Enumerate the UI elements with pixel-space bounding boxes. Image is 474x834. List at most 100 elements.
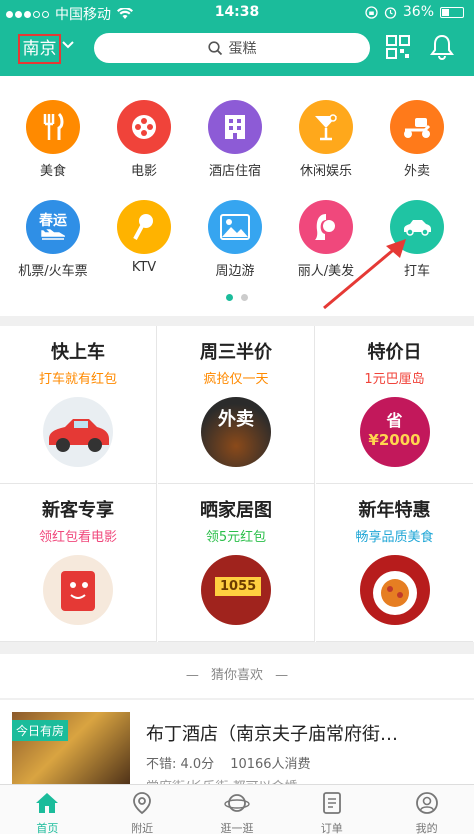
promo-subtitle: 畅享品质美食 — [355, 530, 434, 545]
film-reel-icon — [132, 115, 156, 139]
category-tickets-label: 机票/火车票 — [18, 264, 88, 279]
promo-new-year[interactable]: 新年特惠 畅享品质美食 — [316, 484, 473, 642]
page-dot — [241, 294, 248, 301]
tab-home[interactable]: 首页 — [0, 785, 95, 834]
microphone-icon — [133, 214, 153, 240]
today-available-badge: 今日有房 — [12, 720, 69, 741]
promo-image-text: 省 — [386, 411, 403, 430]
tab-label: 订单 — [320, 822, 343, 834]
tab-profile[interactable]: 我的 — [379, 785, 474, 834]
listing-meta: 不错: 4.0分 10166人消费 — [146, 753, 311, 772]
user-icon — [415, 792, 438, 814]
list-item[interactable]: 今日有房 布丁酒店（南京夫子庙常府街… 不错: 4.0分 10166人消费 常府… — [0, 700, 474, 790]
promo-title: 新年特惠 — [358, 500, 431, 521]
promo-title: 快上车 — [51, 342, 105, 363]
category-hotel[interactable]: 酒店住宿 — [190, 100, 280, 179]
category-movie-label: 电影 — [130, 164, 157, 179]
promo-title: 周三半价 — [200, 342, 272, 363]
category-takeout-circle — [390, 100, 444, 154]
category-ktv[interactable]: KTV — [99, 200, 189, 275]
red-envelope-icon — [61, 571, 95, 611]
promo-image-text: 外卖 — [218, 409, 254, 430]
promo-title: 新客专享 — [42, 500, 114, 521]
location-pin-icon — [133, 792, 152, 815]
status-right: 36% — [365, 4, 464, 20]
category-movie[interactable]: 电影 — [99, 100, 189, 179]
category-tickets[interactable]: 春运 机票/火车票 — [8, 200, 98, 279]
car-icon — [49, 419, 109, 452]
takeout-food-image: 外卖 — [201, 397, 271, 467]
promo-subtitle: 打车就有红包 — [38, 372, 117, 387]
guess-title: 猜你喜欢 — [210, 668, 263, 683]
alarm-icon — [384, 6, 397, 19]
promo-grid: 快上车 打车就有红包 周三半价 疯抢仅一天 外卖 特价日 1元巴厘岛 省 ¥20… — [0, 326, 474, 642]
food-plate-image — [359, 555, 430, 625]
category-hotel-circle — [208, 100, 262, 154]
tab-orders[interactable]: 订单 — [284, 785, 379, 834]
promo-new-user[interactable]: 新客专享 领红包看电影 — [0, 484, 157, 642]
promo-subtitle: 疯抢仅一天 — [203, 372, 269, 387]
category-movie-circle — [117, 100, 171, 154]
cocktail-icon — [315, 114, 337, 141]
promo-home-photo[interactable]: 晒家居图 领5元红包 1055 — [158, 484, 315, 642]
tab-label: 首页 — [36, 822, 59, 834]
landscape-icon — [220, 214, 250, 240]
promo-title: 晒家居图 — [200, 500, 272, 521]
qr-scan-icon[interactable] — [386, 35, 410, 59]
tab-nearby[interactable]: 附近 — [95, 785, 190, 834]
category-leisure-circle — [299, 100, 353, 154]
category-travel-label: 周边游 — [215, 264, 255, 279]
promo-subtitle: 领5元红包 — [205, 530, 267, 545]
category-leisure[interactable]: 休闲娱乐 — [281, 100, 371, 179]
plane-icon — [41, 229, 65, 240]
promo-special-day[interactable]: 特价日 1元巴厘岛 省 ¥2000 — [316, 326, 473, 484]
guess-divider-right: — — [275, 668, 289, 683]
tab-label: 我的 — [415, 822, 438, 834]
fork-knife-icon — [43, 112, 64, 140]
category-ktv-label: KTV — [131, 260, 157, 275]
category-ktv-circle — [117, 200, 171, 254]
spring-festival-badge: 春运 — [39, 213, 67, 229]
category-travel[interactable]: 周边游 — [190, 200, 280, 279]
savings-tag-image: 省 ¥2000 — [359, 397, 430, 467]
home-icon — [36, 793, 59, 813]
search-input[interactable]: 蛋糕 — [94, 33, 370, 63]
hotel-building-icon — [225, 115, 245, 139]
red-envelope-image — [43, 555, 113, 625]
city-selector[interactable]: 南京 — [18, 34, 61, 64]
food-plate-icon — [372, 571, 417, 615]
category-takeout-label: 外卖 — [403, 164, 430, 179]
coupon-image: 1055 — [201, 555, 271, 625]
search-placeholder: 蛋糕 — [228, 41, 257, 57]
search-icon — [207, 40, 222, 55]
chevron-down-icon[interactable] — [62, 40, 74, 50]
status-bar: 中国移动 14:38 36% — [0, 0, 474, 26]
battery-percent: 36% — [402, 4, 434, 20]
guess-divider-left: — — [185, 668, 199, 683]
guess-you-like-header: — 猜你喜欢 — — [0, 654, 474, 698]
rotation-lock-icon — [365, 5, 378, 19]
category-food[interactable]: 美食 — [8, 100, 98, 179]
promo-image-amount: ¥2000 — [368, 431, 421, 449]
listing-title: 布丁酒店（南京夫子庙常府街… — [146, 724, 398, 745]
category-tickets-circle: 春运 — [26, 200, 80, 254]
tab-label: 逛一逛 — [220, 822, 254, 834]
bell-icon[interactable] — [430, 34, 454, 60]
page-dot-active — [226, 294, 233, 301]
promo-title: 特价日 — [367, 342, 422, 363]
category-leisure-label: 休闲娱乐 — [299, 164, 352, 179]
promo-subtitle: 领红包看电影 — [38, 530, 117, 545]
annotation-arrow — [323, 239, 406, 310]
tab-label: 附近 — [131, 822, 154, 834]
planet-icon — [224, 794, 250, 812]
category-food-circle — [26, 100, 80, 154]
red-car-image — [43, 397, 113, 467]
car-icon — [404, 220, 431, 236]
category-takeout[interactable]: 外卖 — [372, 100, 462, 179]
promo-subtitle: 1元巴厘岛 — [364, 372, 425, 387]
listing-rating: 不错: 4.0分 — [146, 757, 215, 772]
promo-taxi[interactable]: 快上车 打车就有红包 — [0, 326, 157, 484]
promo-half-price[interactable]: 周三半价 疯抢仅一天 外卖 — [158, 326, 315, 484]
tab-explore[interactable]: 逛一逛 — [190, 785, 285, 834]
battery-icon — [440, 6, 464, 18]
